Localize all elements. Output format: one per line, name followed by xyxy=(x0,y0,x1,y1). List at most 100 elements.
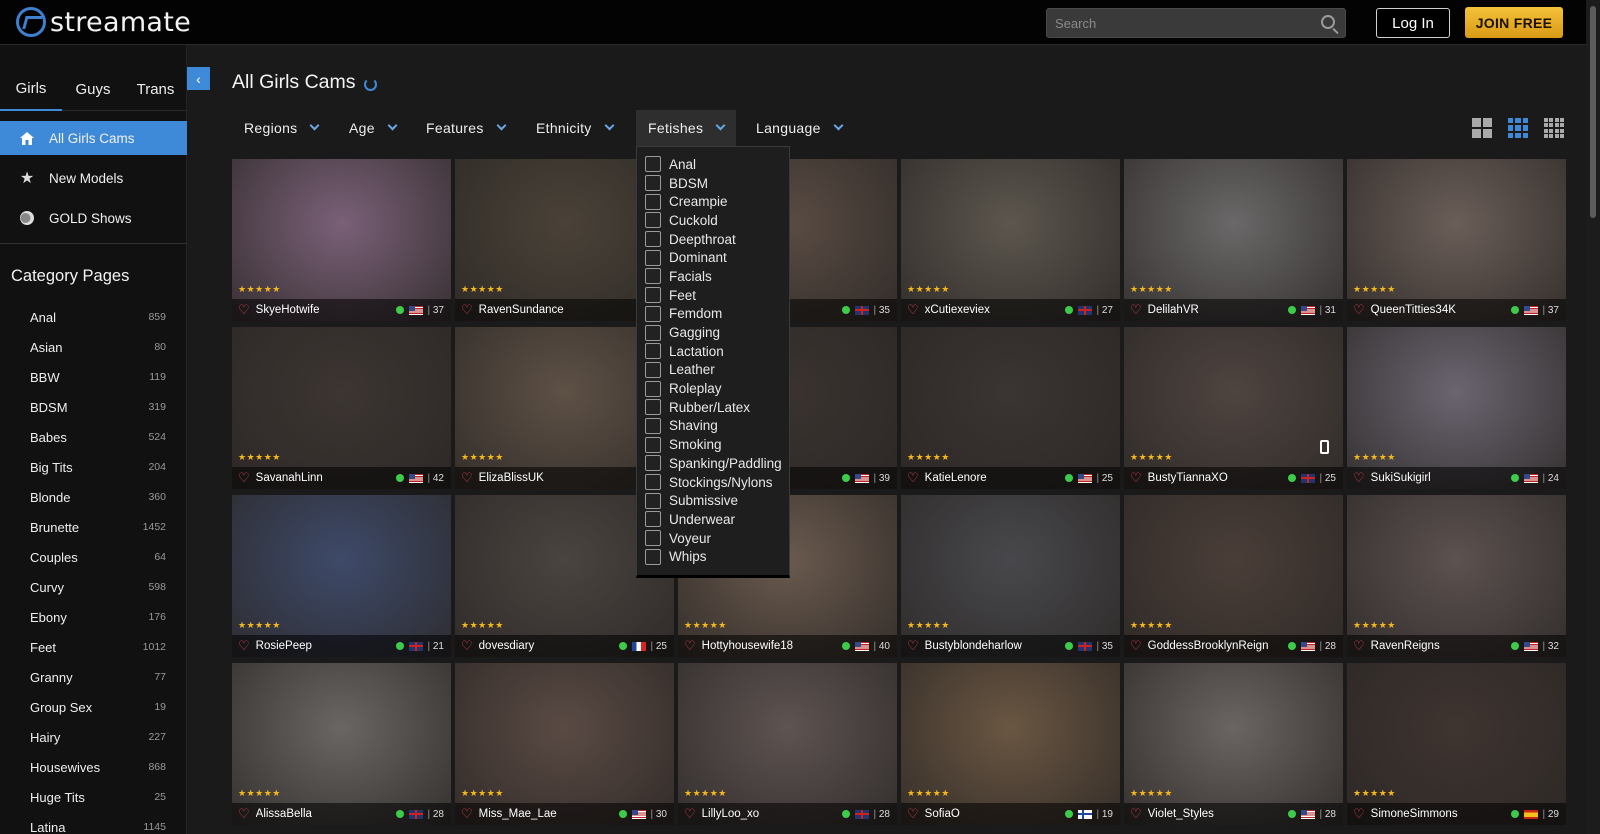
fetish-option[interactable]: Lactation xyxy=(637,342,789,361)
model-card[interactable]: ★★★★★ ♡ Violet_Styles 28 xyxy=(1124,663,1343,825)
checkbox[interactable] xyxy=(645,193,661,210)
favorite-heart-icon[interactable]: ♡ xyxy=(1353,302,1365,318)
model-name[interactable]: Miss_Mae_Lae xyxy=(479,808,620,820)
fetish-option[interactable]: Roleplay xyxy=(637,379,789,398)
fetish-option[interactable]: BDSM xyxy=(637,174,789,193)
favorite-heart-icon[interactable]: ♡ xyxy=(461,470,473,486)
sidebar-item-gold-shows[interactable]: GOLD Shows xyxy=(0,201,187,235)
category-link[interactable]: Big Tits 204 xyxy=(30,457,166,477)
model-card[interactable]: ★★★★★ ♡ GoddessBrooklynReign 28 xyxy=(1124,495,1343,657)
tab-girls[interactable]: Girls xyxy=(0,67,62,111)
model-name[interactable]: KatieLenore xyxy=(925,472,1066,484)
checkbox[interactable] xyxy=(645,305,661,322)
page-scrollbar[interactable] xyxy=(1586,0,1600,834)
filter-features[interactable]: Features xyxy=(414,110,517,146)
fetish-option[interactable]: Dominant xyxy=(637,248,789,267)
fetish-option[interactable]: Smoking xyxy=(637,435,789,454)
category-link[interactable]: Curvy 598 xyxy=(30,577,166,597)
favorite-heart-icon[interactable]: ♡ xyxy=(461,638,473,654)
fetish-option[interactable]: Whips xyxy=(637,547,789,566)
model-thumbnail[interactable] xyxy=(1347,495,1566,657)
model-thumbnail[interactable] xyxy=(1124,663,1343,825)
model-name[interactable]: LillyLoo_xo xyxy=(702,808,843,820)
model-name[interactable]: SukiSukigirl xyxy=(1371,472,1512,484)
model-name[interactable]: xCutiexeviex xyxy=(925,304,1066,316)
favorite-heart-icon[interactable]: ♡ xyxy=(1130,302,1142,318)
model-card[interactable]: ★★★★★ ♡ QueenTitties34K 37 xyxy=(1347,159,1566,321)
model-card[interactable]: ★★★★★ ♡ SofiaO 19 xyxy=(901,663,1120,825)
model-card[interactable]: ★★★★★ ♡ xCutiexeviex 27 xyxy=(901,159,1120,321)
refresh-icon[interactable] xyxy=(363,78,377,91)
view-medium-grid-icon[interactable] xyxy=(1508,118,1528,138)
category-link[interactable]: Granny 77 xyxy=(30,667,166,687)
model-name[interactable]: RavenReigns xyxy=(1371,640,1512,652)
model-thumbnail[interactable] xyxy=(901,327,1120,489)
fetish-option[interactable]: Gagging xyxy=(637,323,789,342)
favorite-heart-icon[interactable]: ♡ xyxy=(907,470,919,486)
favorite-heart-icon[interactable]: ♡ xyxy=(1130,470,1142,486)
model-card[interactable]: ★★★★★ ♡ BustyTiannaXO 25 xyxy=(1124,327,1343,489)
favorite-heart-icon[interactable]: ♡ xyxy=(907,302,919,318)
model-name[interactable]: SkyeHotwife xyxy=(256,304,397,316)
model-thumbnail[interactable] xyxy=(232,663,451,825)
sidebar-item-new-models[interactable]: ★ New Models xyxy=(0,161,187,195)
fetish-option[interactable]: Cuckold xyxy=(637,211,789,230)
filter-fetishes[interactable]: Fetishes xyxy=(636,110,737,146)
checkbox[interactable] xyxy=(645,548,661,565)
fetish-option[interactable]: Anal xyxy=(637,155,789,174)
model-thumbnail[interactable] xyxy=(678,663,897,825)
search-input[interactable] xyxy=(1047,9,1345,37)
model-name[interactable]: Bustyblondeharlow xyxy=(925,640,1066,652)
view-small-grid-icon[interactable] xyxy=(1544,118,1564,138)
model-card[interactable]: ★★★★★ ♡ RavenReigns 32 xyxy=(1347,495,1566,657)
favorite-heart-icon[interactable]: ♡ xyxy=(1353,470,1365,486)
model-thumbnail[interactable] xyxy=(1347,327,1566,489)
fetish-option[interactable]: Voyeur xyxy=(637,529,789,548)
favorite-heart-icon[interactable]: ♡ xyxy=(1353,638,1365,654)
checkbox[interactable] xyxy=(645,399,661,416)
checkbox[interactable] xyxy=(645,380,661,397)
sidebar-item-all-girls-cams[interactable]: All Girls Cams xyxy=(0,121,187,155)
favorite-heart-icon[interactable]: ♡ xyxy=(238,470,250,486)
checkbox[interactable] xyxy=(645,268,661,285)
scrollbar-thumb[interactable] xyxy=(1590,6,1596,218)
fetish-option[interactable]: Shaving xyxy=(637,417,789,436)
model-card[interactable]: ★★★★★ ♡ SavanahLinn 42 xyxy=(232,327,451,489)
category-link[interactable]: Babes 524 xyxy=(30,427,166,447)
category-link[interactable]: Hairy 227 xyxy=(30,727,166,747)
model-card[interactable]: ★★★★★ ♡ AlissaBella 28 xyxy=(232,663,451,825)
checkbox[interactable] xyxy=(645,249,661,266)
tab-guys[interactable]: Guys xyxy=(62,67,124,111)
fetish-option[interactable]: Spanking/Paddling xyxy=(637,454,789,473)
streamate-logo[interactable]: streamate xyxy=(16,6,191,38)
model-thumbnail[interactable] xyxy=(232,495,451,657)
model-name[interactable]: AlissaBella xyxy=(256,808,397,820)
category-link[interactable]: Huge Tits 25 xyxy=(30,787,166,807)
filter-age[interactable]: Age xyxy=(337,110,408,146)
model-card[interactable]: ★★★★★ ♡ LillyLoo_xo 28 xyxy=(678,663,897,825)
model-card[interactable]: ★★★★★ ♡ SukiSukigirl 24 xyxy=(1347,327,1566,489)
category-link[interactable]: Couples 64 xyxy=(30,547,166,567)
category-link[interactable]: Feet 1012 xyxy=(30,637,166,657)
fetish-option[interactable]: Creampie xyxy=(637,192,789,211)
favorite-heart-icon[interactable]: ♡ xyxy=(238,638,250,654)
model-name[interactable]: RavenSundance xyxy=(479,304,643,316)
checkbox[interactable] xyxy=(645,343,661,360)
model-name[interactable]: Hottyhousewife18 xyxy=(702,640,843,652)
category-link[interactable]: Group Sex 19 xyxy=(30,697,166,717)
model-name[interactable]: ElizaBlissUK xyxy=(479,472,643,484)
category-link[interactable]: Blonde 360 xyxy=(30,487,166,507)
checkbox[interactable] xyxy=(645,436,661,453)
model-thumbnail[interactable] xyxy=(1347,663,1566,825)
favorite-heart-icon[interactable]: ♡ xyxy=(238,302,250,318)
model-name[interactable]: Violet_Styles xyxy=(1148,808,1289,820)
favorite-heart-icon[interactable]: ♡ xyxy=(907,806,919,822)
fetish-option[interactable]: Submissive xyxy=(637,491,789,510)
category-link[interactable]: Asian 80 xyxy=(30,337,166,357)
view-large-grid-icon[interactable] xyxy=(1472,118,1492,138)
checkbox[interactable] xyxy=(645,511,661,528)
favorite-heart-icon[interactable]: ♡ xyxy=(1130,806,1142,822)
fetish-option[interactable]: Rubber/Latex xyxy=(637,398,789,417)
fetish-option[interactable]: Deepthroat xyxy=(637,230,789,249)
model-thumbnail[interactable] xyxy=(901,159,1120,321)
